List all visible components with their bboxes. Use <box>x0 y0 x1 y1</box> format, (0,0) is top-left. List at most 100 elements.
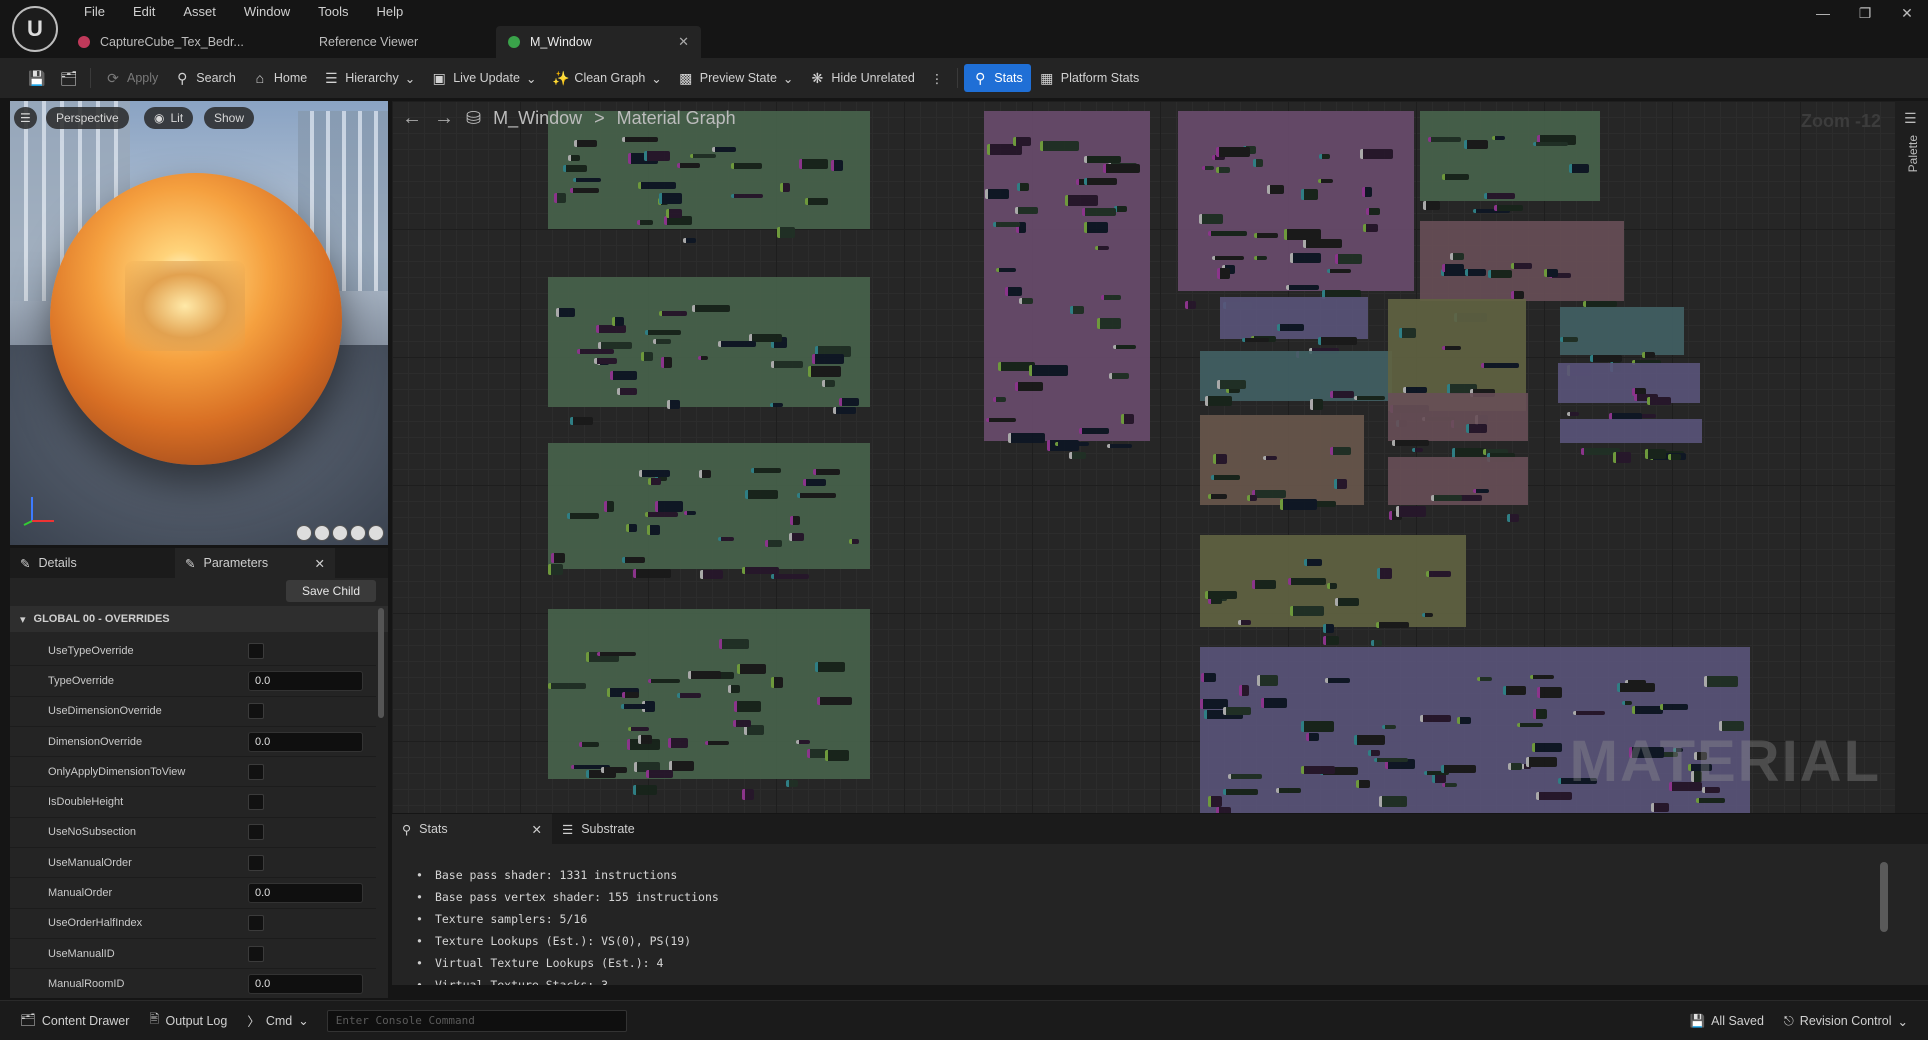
graph-node[interactable] <box>667 400 680 409</box>
graph-node[interactable] <box>1276 788 1301 793</box>
graph-node[interactable] <box>1356 780 1370 788</box>
graph-node[interactable] <box>1354 735 1385 745</box>
graph-node[interactable] <box>1464 140 1488 149</box>
graph-node[interactable] <box>1632 706 1663 714</box>
graph-node[interactable] <box>1423 201 1440 210</box>
menu-help[interactable]: Help <box>362 4 417 19</box>
graph-node[interactable] <box>648 478 661 485</box>
output-log-button[interactable]: 🖹 Output Log <box>139 1010 237 1031</box>
graph-node[interactable] <box>1217 268 1230 279</box>
comment-box[interactable] <box>1560 419 1702 463</box>
graph-node[interactable] <box>1257 675 1278 686</box>
graph-node[interactable] <box>1362 187 1372 197</box>
tab-capturecube[interactable]: CaptureCube_Tex_Bedr... <box>66 26 281 58</box>
menu-file[interactable]: File <box>70 4 119 19</box>
graph-node[interactable] <box>1290 253 1321 263</box>
graph-node[interactable] <box>1441 765 1476 773</box>
graph-node[interactable] <box>731 163 762 169</box>
graph-node[interactable] <box>1560 337 1578 342</box>
unreal-logo-icon[interactable]: U <box>12 6 58 52</box>
graph-node[interactable] <box>645 330 681 335</box>
graph-node[interactable] <box>598 342 632 349</box>
graph-node[interactable] <box>1261 698 1287 708</box>
graph-node[interactable] <box>1228 774 1262 779</box>
graph-node[interactable] <box>646 770 673 778</box>
material-graph-canvas[interactable]: ← → ⛁ M_Window > Material Graph Zoom -12… <box>392 101 1895 813</box>
graph-node[interactable] <box>1015 382 1043 391</box>
breadcrumb-root[interactable]: M_Window <box>493 108 582 129</box>
graph-node[interactable] <box>1247 495 1257 501</box>
graph-node[interactable] <box>1533 709 1547 719</box>
graph-node[interactable] <box>659 311 687 316</box>
graph-node[interactable] <box>986 418 1016 422</box>
graph-node[interactable] <box>655 501 683 512</box>
graph-node[interactable] <box>1208 231 1247 236</box>
comment-box[interactable] <box>1200 415 1364 510</box>
graph-node[interactable] <box>1668 454 1681 460</box>
graph-node[interactable] <box>817 697 852 705</box>
graph-node[interactable] <box>1205 591 1237 599</box>
graph-node[interactable] <box>1503 686 1526 695</box>
graph-node[interactable] <box>1323 636 1339 645</box>
graph-node[interactable] <box>645 512 678 517</box>
close-window-icon[interactable]: ✕ <box>1886 0 1928 26</box>
graph-node[interactable] <box>1277 324 1304 331</box>
graph-node[interactable] <box>1330 391 1354 398</box>
graph-node[interactable] <box>1396 506 1426 517</box>
graph-node[interactable] <box>1368 750 1380 756</box>
graph-node[interactable] <box>648 679 680 683</box>
graph-node[interactable] <box>1055 442 1089 446</box>
tab-parameters[interactable]: ✎ Parameters ✕ <box>175 548 335 578</box>
graph-node[interactable] <box>1442 346 1461 350</box>
graph-node[interactable] <box>597 652 636 656</box>
graph-node[interactable] <box>1696 798 1725 803</box>
restore-icon[interactable]: ❐ <box>1844 0 1886 26</box>
graph-node[interactable] <box>789 533 804 541</box>
graph-node[interactable] <box>1216 807 1231 813</box>
graph-node[interactable] <box>1530 675 1554 679</box>
menu-asset[interactable]: Asset <box>169 4 230 19</box>
sphere-preview-icon[interactable] <box>314 525 330 541</box>
graph-node[interactable] <box>1371 640 1382 646</box>
graph-node[interactable] <box>1121 414 1134 424</box>
graph-node[interactable] <box>677 693 701 698</box>
graph-node[interactable] <box>563 165 587 172</box>
graph-node[interactable] <box>1015 207 1038 214</box>
graph-node[interactable] <box>1481 363 1519 368</box>
parameter-checkbox[interactable] <box>248 763 264 780</box>
graph-node[interactable] <box>1097 318 1121 329</box>
comment-box[interactable] <box>1200 351 1392 410</box>
graph-node[interactable] <box>1301 189 1318 200</box>
all-saved-button[interactable]: 💾 All Saved <box>1680 1014 1774 1029</box>
graph-node[interactable] <box>1208 494 1227 499</box>
section-header[interactable]: ▾ GLOBAL 00 - OVERRIDES <box>10 606 388 632</box>
graph-node[interactable] <box>1477 677 1492 681</box>
graph-node[interactable] <box>1335 254 1362 264</box>
graph-node[interactable] <box>699 470 711 478</box>
graph-node[interactable] <box>1318 179 1333 183</box>
graph-node[interactable] <box>1008 433 1045 443</box>
graph-node[interactable] <box>669 761 694 771</box>
graph-node[interactable] <box>790 516 800 525</box>
graph-node[interactable] <box>596 325 626 333</box>
graph-node[interactable] <box>786 780 798 787</box>
graph-node[interactable] <box>548 683 586 689</box>
graph-node[interactable] <box>666 209 682 218</box>
close-tab-icon[interactable]: ✕ <box>678 34 689 50</box>
graph-node[interactable] <box>1323 624 1334 633</box>
graph-node[interactable] <box>1201 673 1216 682</box>
graph-node[interactable] <box>548 564 563 575</box>
graph-node[interactable] <box>633 569 671 578</box>
graph-node[interactable] <box>661 357 672 368</box>
tab-reference-viewer[interactable]: Reference Viewer <box>281 26 496 58</box>
graph-node[interactable] <box>1526 757 1557 767</box>
graph-node[interactable] <box>1319 154 1330 159</box>
comment-box[interactable] <box>1388 393 1528 462</box>
graph-node[interactable] <box>1284 229 1321 240</box>
graph-node[interactable] <box>622 137 658 142</box>
graph-node[interactable] <box>1280 499 1317 510</box>
graph-node[interactable] <box>1399 328 1416 338</box>
graph-node[interactable] <box>1202 166 1214 170</box>
browse-button[interactable]: 🗂 <box>52 64 84 92</box>
graph-node[interactable] <box>1422 613 1433 617</box>
